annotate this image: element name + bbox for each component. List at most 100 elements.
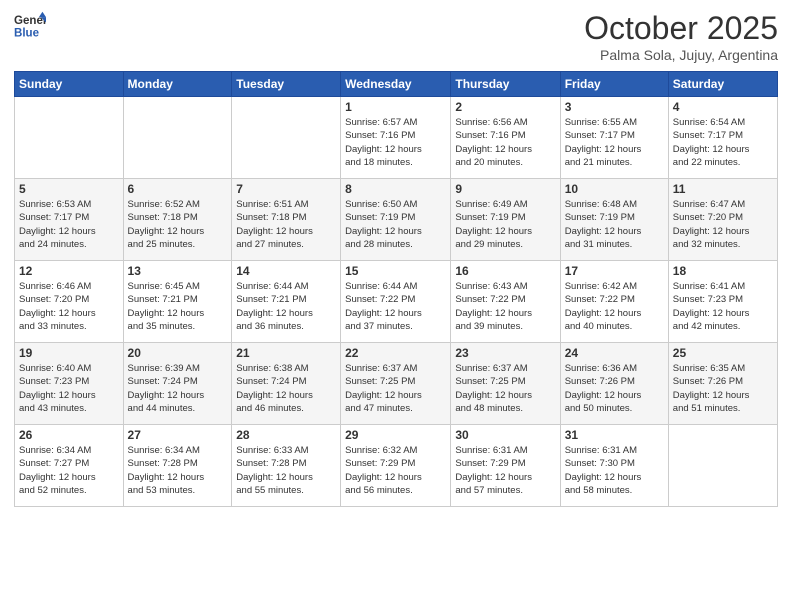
calendar-day-16: 16 Sunrise: 6:43 AM Sunset: 7:22 PM Dayli… bbox=[451, 261, 560, 343]
title-block: October 2025 Palma Sola, Jujuy, Argentin… bbox=[584, 10, 778, 63]
calendar-day-7: 7Sunrise: 6:51 AM Sunset: 7:18 PM Daylig… bbox=[232, 179, 341, 261]
day-number: 11 bbox=[673, 182, 773, 196]
day-number: 29 bbox=[345, 428, 446, 442]
day-info: Sunrise: 6:46 AM Sunset: 7:20 PM Dayligh… bbox=[19, 280, 119, 333]
calendar-day-5: 5Sunrise: 6:53 AM Sunset: 7:17 PM Daylig… bbox=[15, 179, 124, 261]
day-number: 10 bbox=[565, 182, 664, 196]
day-info: Sunrise: 6:32 AM Sunset: 7:29 PM Dayligh… bbox=[345, 444, 446, 497]
day-info: Sunrise: 6:43 AM Sunset: 7:22 PM Dayligh… bbox=[455, 280, 555, 333]
calendar-week-row: 1Sunrise: 6:57 AM Sunset: 7:16 PM Daylig… bbox=[15, 97, 778, 179]
calendar-day-11: 11 Sunrise: 6:47 AM Sunset: 7:20 PM Dayli… bbox=[668, 179, 777, 261]
calendar-day-20: 20 Sunrise: 6:39 AM Sunset: 7:24 PM Dayli… bbox=[123, 343, 232, 425]
header: General Blue October 2025 Palma Sola, Ju… bbox=[14, 10, 778, 63]
svg-text:Blue: Blue bbox=[14, 28, 40, 40]
day-info: Sunrise: 6:38 AM Sunset: 7:24 PM Dayligh… bbox=[236, 362, 336, 415]
day-info: Sunrise: 6:42 AM Sunset: 7:22 PM Dayligh… bbox=[565, 280, 664, 333]
day-info: Sunrise: 6:57 AM Sunset: 7:16 PM Dayligh… bbox=[345, 116, 446, 169]
day-info: Sunrise: 6:52 AM Sunset: 7:18 PM Dayligh… bbox=[128, 198, 228, 251]
calendar-day-24: 24 Sunrise: 6:36 AM Sunset: 7:26 PM Dayli… bbox=[560, 343, 668, 425]
day-info: Sunrise: 6:55 AM Sunset: 7:17 PM Dayligh… bbox=[565, 116, 664, 169]
calendar-empty-cell bbox=[232, 97, 341, 179]
day-number: 21 bbox=[236, 346, 336, 360]
page: General Blue October 2025 Palma Sola, Ju… bbox=[0, 0, 792, 612]
calendar-day-29: 29 Sunrise: 6:32 AM Sunset: 7:29 PM Dayli… bbox=[341, 425, 451, 507]
day-number: 15 bbox=[345, 264, 446, 278]
calendar-empty-cell bbox=[123, 97, 232, 179]
day-number: 25 bbox=[673, 346, 773, 360]
day-number: 4 bbox=[673, 100, 773, 114]
month-title: October 2025 bbox=[584, 10, 778, 47]
day-info: Sunrise: 6:37 AM Sunset: 7:25 PM Dayligh… bbox=[345, 362, 446, 415]
calendar-day-30: 30Sunrise: 6:31 AM Sunset: 7:29 PM Dayli… bbox=[451, 425, 560, 507]
logo: General Blue bbox=[14, 10, 46, 42]
day-number: 13 bbox=[128, 264, 228, 278]
calendar-day-28: 28 Sunrise: 6:33 AM Sunset: 7:28 PM Dayli… bbox=[232, 425, 341, 507]
day-number: 6 bbox=[128, 182, 228, 196]
day-info: Sunrise: 6:39 AM Sunset: 7:24 PM Dayligh… bbox=[128, 362, 228, 415]
calendar-day-4: 4 Sunrise: 6:54 AM Sunset: 7:17 PM Daylig… bbox=[668, 97, 777, 179]
weekday-header-thursday: Thursday bbox=[451, 72, 560, 97]
weekday-header-sunday: Sunday bbox=[15, 72, 124, 97]
day-info: Sunrise: 6:49 AM Sunset: 7:19 PM Dayligh… bbox=[455, 198, 555, 251]
calendar-day-23: 23Sunrise: 6:37 AM Sunset: 7:25 PM Dayli… bbox=[451, 343, 560, 425]
weekday-header-monday: Monday bbox=[123, 72, 232, 97]
day-number: 17 bbox=[565, 264, 664, 278]
calendar-day-3: 3 Sunrise: 6:55 AM Sunset: 7:17 PM Daylig… bbox=[560, 97, 668, 179]
day-number: 16 bbox=[455, 264, 555, 278]
calendar-day-1: 1Sunrise: 6:57 AM Sunset: 7:16 PM Daylig… bbox=[341, 97, 451, 179]
day-info: Sunrise: 6:40 AM Sunset: 7:23 PM Dayligh… bbox=[19, 362, 119, 415]
day-info: Sunrise: 6:48 AM Sunset: 7:19 PM Dayligh… bbox=[565, 198, 664, 251]
day-number: 20 bbox=[128, 346, 228, 360]
calendar-day-31: 31Sunrise: 6:31 AM Sunset: 7:30 PM Dayli… bbox=[560, 425, 668, 507]
day-number: 14 bbox=[236, 264, 336, 278]
day-number: 19 bbox=[19, 346, 119, 360]
calendar-day-10: 10 Sunrise: 6:48 AM Sunset: 7:19 PM Dayli… bbox=[560, 179, 668, 261]
day-info: Sunrise: 6:44 AM Sunset: 7:21 PM Dayligh… bbox=[236, 280, 336, 333]
logo-icon: General Blue bbox=[14, 10, 46, 42]
calendar-day-27: 27Sunrise: 6:34 AM Sunset: 7:28 PM Dayli… bbox=[123, 425, 232, 507]
calendar-day-14: 14 Sunrise: 6:44 AM Sunset: 7:21 PM Dayli… bbox=[232, 261, 341, 343]
location-subtitle: Palma Sola, Jujuy, Argentina bbox=[584, 47, 778, 63]
day-info: Sunrise: 6:36 AM Sunset: 7:26 PM Dayligh… bbox=[565, 362, 664, 415]
day-number: 8 bbox=[345, 182, 446, 196]
calendar-empty-cell bbox=[15, 97, 124, 179]
day-info: Sunrise: 6:47 AM Sunset: 7:20 PM Dayligh… bbox=[673, 198, 773, 251]
day-number: 28 bbox=[236, 428, 336, 442]
day-number: 24 bbox=[565, 346, 664, 360]
day-info: Sunrise: 6:50 AM Sunset: 7:19 PM Dayligh… bbox=[345, 198, 446, 251]
day-number: 30 bbox=[455, 428, 555, 442]
calendar-day-21: 21 Sunrise: 6:38 AM Sunset: 7:24 PM Dayli… bbox=[232, 343, 341, 425]
day-info: Sunrise: 6:31 AM Sunset: 7:30 PM Dayligh… bbox=[565, 444, 664, 497]
day-number: 12 bbox=[19, 264, 119, 278]
day-number: 22 bbox=[345, 346, 446, 360]
calendar-day-15: 15 Sunrise: 6:44 AM Sunset: 7:22 PM Dayli… bbox=[341, 261, 451, 343]
calendar-day-26: 26Sunrise: 6:34 AM Sunset: 7:27 PM Dayli… bbox=[15, 425, 124, 507]
calendar-day-8: 8 Sunrise: 6:50 AM Sunset: 7:19 PM Daylig… bbox=[341, 179, 451, 261]
calendar-day-18: 18 Sunrise: 6:41 AM Sunset: 7:23 PM Dayli… bbox=[668, 261, 777, 343]
day-info: Sunrise: 6:54 AM Sunset: 7:17 PM Dayligh… bbox=[673, 116, 773, 169]
day-info: Sunrise: 6:34 AM Sunset: 7:27 PM Dayligh… bbox=[19, 444, 119, 497]
day-number: 5 bbox=[19, 182, 119, 196]
calendar-week-row: 12 Sunrise: 6:46 AM Sunset: 7:20 PM Dayli… bbox=[15, 261, 778, 343]
day-number: 23 bbox=[455, 346, 555, 360]
calendar-week-row: 26Sunrise: 6:34 AM Sunset: 7:27 PM Dayli… bbox=[15, 425, 778, 507]
day-info: Sunrise: 6:44 AM Sunset: 7:22 PM Dayligh… bbox=[345, 280, 446, 333]
day-number: 18 bbox=[673, 264, 773, 278]
calendar-day-2: 2Sunrise: 6:56 AM Sunset: 7:16 PM Daylig… bbox=[451, 97, 560, 179]
day-number: 27 bbox=[128, 428, 228, 442]
calendar-day-25: 25Sunrise: 6:35 AM Sunset: 7:26 PM Dayli… bbox=[668, 343, 777, 425]
calendar-day-9: 9 Sunrise: 6:49 AM Sunset: 7:19 PM Daylig… bbox=[451, 179, 560, 261]
day-info: Sunrise: 6:33 AM Sunset: 7:28 PM Dayligh… bbox=[236, 444, 336, 497]
calendar-table: SundayMondayTuesdayWednesdayThursdayFrid… bbox=[14, 71, 778, 507]
day-info: Sunrise: 6:41 AM Sunset: 7:23 PM Dayligh… bbox=[673, 280, 773, 333]
weekday-header-saturday: Saturday bbox=[668, 72, 777, 97]
calendar-day-13: 13Sunrise: 6:45 AM Sunset: 7:21 PM Dayli… bbox=[123, 261, 232, 343]
calendar-day-17: 17 Sunrise: 6:42 AM Sunset: 7:22 PM Dayli… bbox=[560, 261, 668, 343]
day-info: Sunrise: 6:56 AM Sunset: 7:16 PM Dayligh… bbox=[455, 116, 555, 169]
day-number: 9 bbox=[455, 182, 555, 196]
calendar-week-row: 19 Sunrise: 6:40 AM Sunset: 7:23 PM Dayli… bbox=[15, 343, 778, 425]
weekday-header-tuesday: Tuesday bbox=[232, 72, 341, 97]
day-number: 3 bbox=[565, 100, 664, 114]
weekday-header-row: SundayMondayTuesdayWednesdayThursdayFrid… bbox=[15, 72, 778, 97]
calendar-day-12: 12 Sunrise: 6:46 AM Sunset: 7:20 PM Dayli… bbox=[15, 261, 124, 343]
